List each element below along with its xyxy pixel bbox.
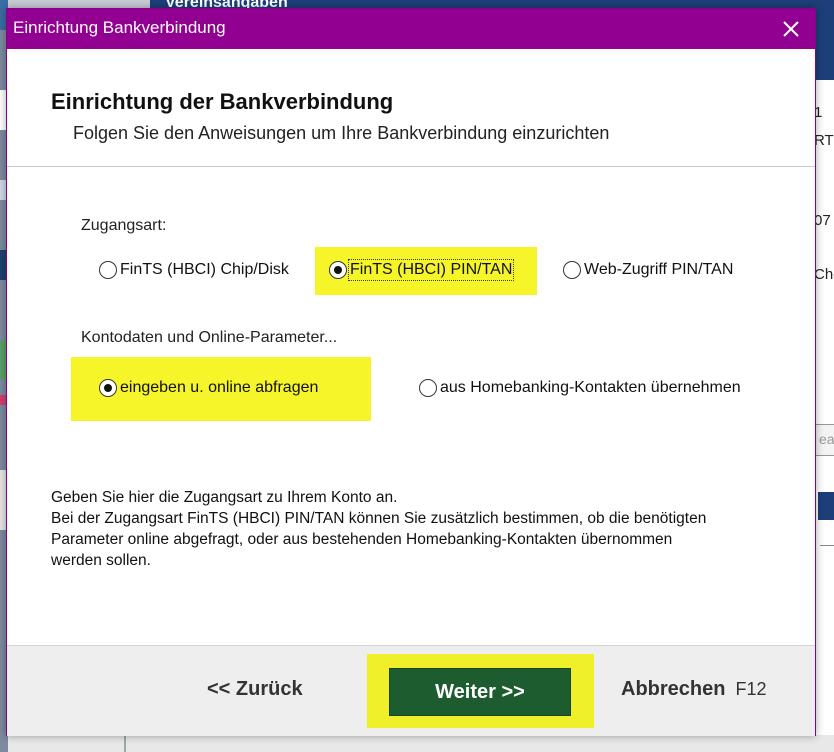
back-button[interactable]: << Zurück — [207, 678, 303, 701]
close-icon — [783, 21, 799, 37]
radio-circle-selected — [329, 261, 347, 279]
dialog-titlebar: Einrichtung Bankverbindung — [7, 9, 815, 49]
radio-enter-and-query-online[interactable]: eingeben u. online abfragen — [99, 379, 318, 397]
next-button-label: Weiter >> — [435, 680, 525, 703]
radio-fints-chip-disk[interactable]: FinTS (HBCI) Chip/Disk — [99, 261, 289, 279]
access-type-label: Zugangsart: — [81, 217, 167, 234]
info-line: Bei der Zugangsart FinTS (HBCI) PIN/TAN … — [51, 510, 707, 527]
header-title: Einrichtung der Bankverbindung — [51, 89, 394, 114]
dialog-title: Einrichtung Bankverbindung — [13, 18, 226, 37]
header-subtitle: Folgen Sie den Anweisungen um Ihre Bankv… — [73, 123, 610, 143]
cancel-button-label: Abbrechen — [621, 678, 726, 700]
radio-label: FinTS (HBCI) Chip/Disk — [120, 261, 289, 278]
next-button[interactable]: Weiter >> — [389, 668, 571, 716]
radio-label: aus Homebanking-Kontakten übernehmen — [440, 379, 741, 396]
close-button[interactable] — [767, 9, 815, 49]
radio-circle — [563, 261, 581, 279]
background-divider — [820, 545, 834, 546]
background-app-bottom — [8, 735, 834, 752]
radio-label: FinTS (HBCI) PIN/TAN — [347, 259, 515, 281]
info-text: Geben Sie hier die Zugangsart zu Ihrem K… — [51, 487, 801, 571]
dialog-header: Einrichtung der Bankverbindung Folgen Si… — [7, 49, 815, 167]
background-fragment-text: Che — [814, 266, 834, 283]
background-fragment-text: 07 — [814, 212, 831, 229]
radio-web-access-pin-tan[interactable]: Web-Zugriff PIN/TAN — [563, 261, 733, 279]
radio-label: eingeben u. online abfragen — [120, 379, 319, 396]
info-line: Parameter online abgefragt, oder aus bes… — [51, 531, 673, 548]
account-data-label: Kontodaten und Online-Parameter... — [81, 329, 338, 346]
dialog-body: Zugangsart: FinTS (HBCI) Chip/Disk FinTS… — [7, 167, 815, 645]
radio-fints-pin-tan[interactable]: FinTS (HBCI) PIN/TAN — [329, 259, 515, 281]
info-line: werden sollen. — [51, 552, 151, 569]
info-line: Geben Sie hier die Zugangsart zu Ihrem K… — [51, 489, 398, 506]
background-divider — [124, 735, 126, 752]
radio-from-homebanking-contacts[interactable]: aus Homebanking-Kontakten übernehmen — [419, 379, 741, 397]
radio-circle — [419, 379, 437, 397]
cancel-button[interactable]: Abbrechen F12 — [621, 678, 767, 701]
background-input-text: ea — [819, 431, 834, 447]
cancel-shortcut: F12 — [735, 679, 767, 699]
dialog-footer: << Zurück Weiter >> Abbrechen F12 — [7, 645, 815, 736]
radio-label: Web-Zugriff PIN/TAN — [584, 261, 734, 278]
background-fragment-text: RT — [814, 132, 834, 149]
bank-setup-dialog: Einrichtung Bankverbindung Einrichtung d… — [6, 8, 816, 736]
radio-circle-selected — [99, 379, 117, 397]
radio-circle — [99, 261, 117, 279]
background-app-bar — [818, 492, 834, 520]
